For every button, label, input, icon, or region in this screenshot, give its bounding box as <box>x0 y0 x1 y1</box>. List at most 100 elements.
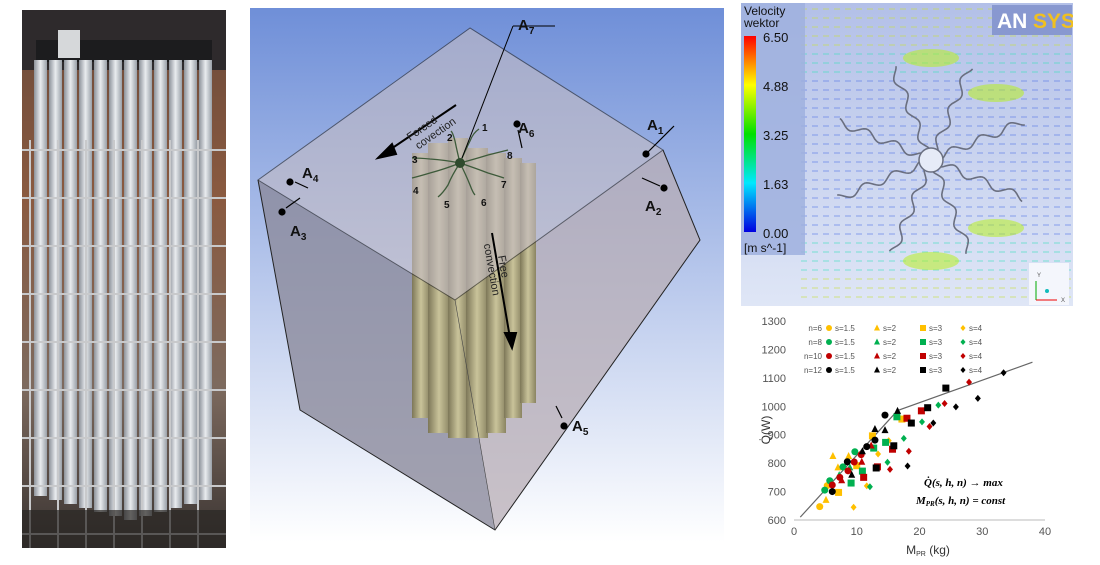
legend-series-label: s=3 <box>929 352 943 361</box>
data-point <box>942 384 950 392</box>
data-point <box>835 488 843 496</box>
x-tick-label: 10 <box>851 526 863 538</box>
data-point <box>941 399 948 407</box>
data-point <box>858 457 866 465</box>
legend-series-label: s=4 <box>969 324 983 333</box>
data-point <box>843 458 851 466</box>
legend-series-label: s=2 <box>883 352 897 361</box>
legend-marker <box>960 339 966 345</box>
legend-subtitle: wektor <box>743 16 779 30</box>
data-point <box>828 488 836 496</box>
legend-marker <box>826 367 832 373</box>
fin-number: 3 <box>412 155 418 166</box>
y-tick-label: 1000 <box>762 401 786 413</box>
data-point <box>952 403 959 411</box>
legend-marker <box>874 324 880 331</box>
data-point <box>829 452 837 460</box>
legend-marker <box>960 367 966 373</box>
scale-tick: 4.88 <box>763 79 788 94</box>
domain-cube: Forced covection Free convection 1 2 3 4… <box>250 8 724 542</box>
data-point <box>893 413 901 421</box>
scale-tick: 1.63 <box>763 177 788 192</box>
legend-series-label: s=4 <box>969 352 983 361</box>
legend-marker <box>826 325 832 331</box>
svg-text:SYS: SYS <box>1033 10 1073 33</box>
legend-marker <box>874 338 880 345</box>
y-tick-label: 800 <box>768 458 786 470</box>
fin-number: 1 <box>482 123 488 134</box>
scale-unit: [m s^-1] <box>744 241 786 255</box>
data-point <box>894 406 902 414</box>
legend-marker <box>826 353 832 359</box>
fin-number: 8 <box>507 151 513 162</box>
fin-number: 5 <box>444 200 450 211</box>
color-scale-bar <box>744 36 756 232</box>
data-point <box>924 404 932 412</box>
data-point <box>845 452 853 460</box>
legend-series-label: s=2 <box>883 366 897 375</box>
legend-series-label: s=1.5 <box>835 338 855 347</box>
legend-marker <box>826 339 832 345</box>
y-axis-label: Q̇(W) <box>759 416 773 445</box>
data-point <box>871 436 879 444</box>
y-tick-label: 700 <box>768 487 786 499</box>
legend-group-label: n=8 <box>808 338 822 347</box>
velocity-vector-plot: Velocity wektor 6.50 4.88 3.25 1.63 0.00… <box>741 3 1075 306</box>
data-point <box>822 495 830 503</box>
svg-text:Y: Y <box>1037 273 1041 279</box>
legend-series-label: s=4 <box>969 366 983 375</box>
cfd-field: Velocity wektor 6.50 4.88 3.25 1.63 0.00… <box>741 3 1075 306</box>
legend-marker <box>920 367 926 373</box>
data-point <box>816 503 824 511</box>
data-point <box>860 473 868 481</box>
fin-number: 4 <box>413 186 419 197</box>
data-point <box>875 450 882 458</box>
y-tick-label: 1100 <box>762 373 786 385</box>
legend-marker <box>960 353 966 359</box>
data-point <box>907 419 915 427</box>
legend-marker <box>960 325 966 331</box>
data-point <box>900 434 907 442</box>
data-point <box>887 465 893 473</box>
legend-marker <box>920 339 926 345</box>
legend-series-label: s=3 <box>929 324 943 333</box>
legend-series-label: s=1.5 <box>835 366 855 375</box>
data-point <box>890 442 898 450</box>
scatter-chart: 0 10 20 30 406007008009001000110012001300 n=… <box>759 316 1051 558</box>
data-point <box>821 486 829 494</box>
data-point <box>858 467 866 475</box>
data-point <box>850 458 858 466</box>
svg-text:AN: AN <box>997 10 1027 33</box>
data-point <box>919 418 925 426</box>
legend-marker <box>920 325 926 331</box>
legend-group-label: n=6 <box>808 324 822 333</box>
annotation-objective: Q̇(s, h, n) → max <box>924 476 1003 489</box>
heat-sink-photo <box>22 10 226 548</box>
legend-marker <box>874 366 880 373</box>
legend-series-label: s=4 <box>969 338 983 347</box>
data-point <box>917 407 925 415</box>
data-point <box>974 394 981 402</box>
data-point <box>882 438 890 446</box>
legend-marker <box>920 353 926 359</box>
legend-series-label: s=1.5 <box>835 352 855 361</box>
svg-text:X: X <box>1061 298 1065 304</box>
photo-illustration <box>22 10 226 548</box>
heat-flow-vs-mass-chart: 0 10 20 30 40 600 700 800 900 1000 1100 1200 1300 n=… <box>748 310 1100 560</box>
data-point <box>847 479 855 487</box>
legend-series-label: s=3 <box>929 338 943 347</box>
cfd-domain-diagram: Forced covection Free convection 1 2 3 4… <box>250 8 724 542</box>
data-point <box>872 464 880 472</box>
data-point <box>935 401 942 409</box>
annotation-constraint: MPR(s, h, n) = const <box>915 495 1006 508</box>
legend-group-label: n=12 <box>804 366 823 375</box>
scale-tick: 6.50 <box>763 30 788 45</box>
scale-tick: 3.25 <box>763 128 788 143</box>
y-tick-label: 1300 <box>762 316 786 328</box>
data-point <box>884 458 891 466</box>
legend-series-label: s=1.5 <box>835 324 855 333</box>
y-tick-label: 1200 <box>762 344 786 356</box>
data-point <box>850 503 857 511</box>
legend-group-label: n=10 <box>804 352 823 361</box>
data-point <box>881 411 889 419</box>
